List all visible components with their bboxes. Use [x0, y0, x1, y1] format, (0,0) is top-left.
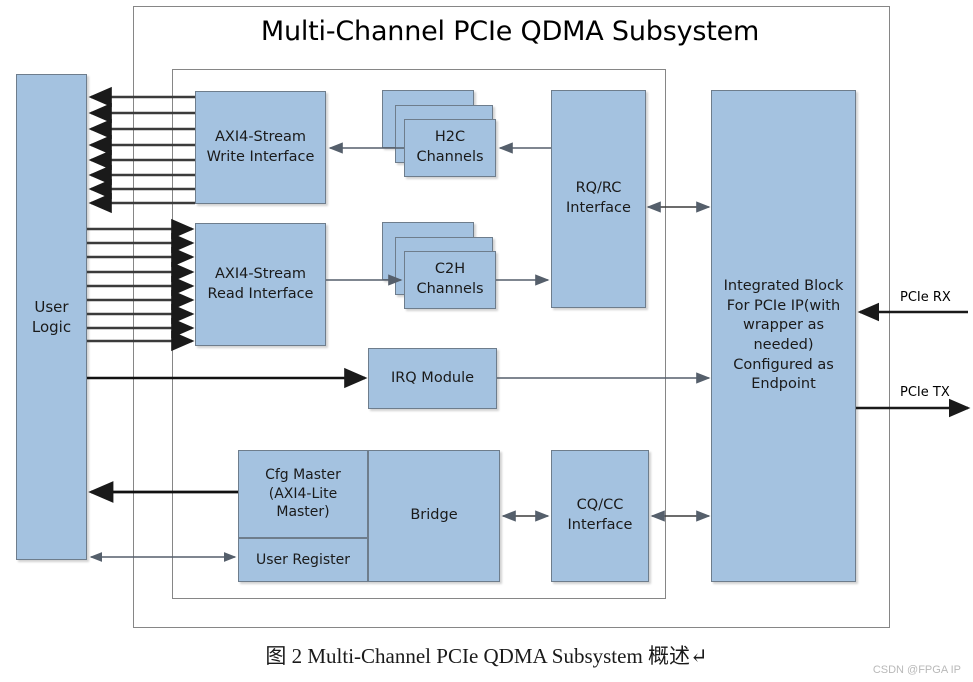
block-bridge-label: Bridge — [410, 507, 458, 524]
block-cfg-master-label: Cfg Master (AXI4-Lite Master) — [265, 466, 341, 521]
label-pcie-tx: PCIe TX — [900, 385, 950, 400]
block-user-logic-label: User Logic — [31, 297, 72, 336]
page-title: Multi-Channel PCIe QDMA Subsystem — [260, 16, 760, 47]
block-irq-label: IRQ Module — [390, 369, 475, 386]
block-user-register-label: User Register — [255, 551, 350, 568]
block-axi4-stream-write-interface[interactable]: AXI4-Stream Write Interface — [195, 91, 326, 204]
watermark-text: CSDN @FPGA IP — [872, 664, 961, 676]
figure-caption: 图 2 Multi-Channel PCIe QDMA Subsystem 概述… — [265, 644, 708, 668]
diagram-canvas: Multi-Channel PCIe QDMA Subsystem User L… — [0, 0, 973, 682]
block-bridge[interactable]: Bridge — [368, 450, 500, 582]
label-pcie-rx: PCIe RX — [900, 290, 951, 305]
block-cq-cc-interface[interactable]: CQ/CC Interface — [551, 450, 649, 582]
block-user-register[interactable]: User Register — [238, 538, 368, 582]
block-c2h-channels[interactable]: C2H Channels — [404, 251, 496, 309]
block-cfg-master[interactable]: Cfg Master (AXI4-Lite Master) — [238, 450, 368, 538]
block-axi-write-label: AXI4-Stream Write Interface — [206, 128, 315, 165]
block-axi4-stream-read-interface[interactable]: AXI4-Stream Read Interface — [195, 223, 326, 346]
block-irq-module[interactable]: IRQ Module — [368, 348, 497, 409]
block-axi-read-label: AXI4-Stream Read Interface — [207, 265, 314, 302]
block-h2c-front-label: H2C Channels — [416, 129, 484, 165]
block-pcie-ip-label: Integrated Block For PCIe IP(with wrappe… — [723, 278, 844, 393]
block-rq-rc-interface[interactable]: RQ/RC Interface — [551, 90, 646, 308]
block-cq-cc-label: CQ/CC Interface — [567, 497, 633, 533]
block-rq-rc-label: RQ/RC Interface — [566, 180, 631, 216]
block-user-logic[interactable]: User Logic — [16, 74, 87, 560]
block-h2c-channels[interactable]: H2C Channels — [404, 119, 496, 177]
block-c2h-front-label: C2H Channels — [416, 261, 484, 297]
block-integrated-pcie-ip[interactable]: Integrated Block For PCIe IP(with wrappe… — [711, 90, 856, 582]
